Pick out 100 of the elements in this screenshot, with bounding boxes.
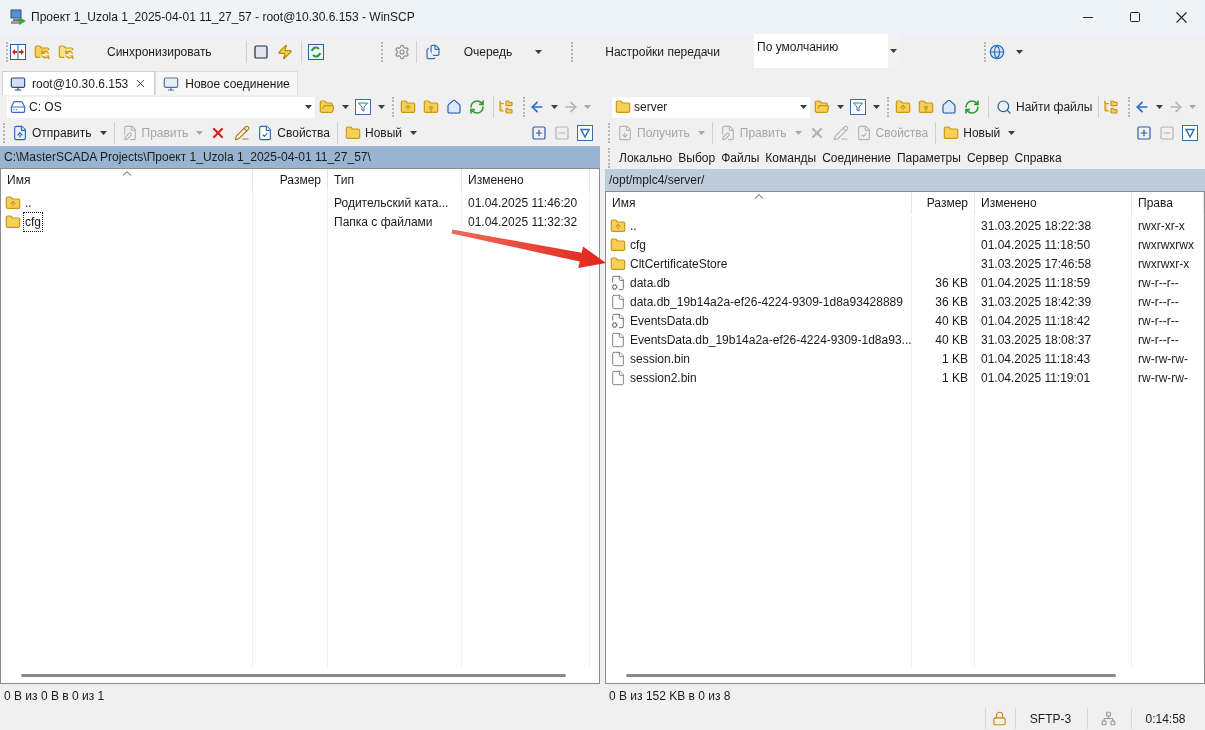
filter-icon[interactable] — [1182, 124, 1198, 141]
refresh-icon[interactable] — [307, 44, 324, 60]
menu-item[interactable]: Выбор — [675, 147, 719, 168]
permissions: rwxrwxrwx — [1138, 236, 1194, 254]
globe-icon[interactable] — [989, 44, 1006, 60]
caret-icon[interactable] — [800, 105, 807, 109]
select-icon[interactable] — [1136, 124, 1152, 141]
root-folder-icon[interactable] — [423, 99, 439, 115]
column-header[interactable]: Тип — [328, 169, 462, 191]
column-header[interactable]: Имя — [606, 192, 912, 214]
folder-tree-icon[interactable] — [1103, 99, 1120, 115]
caret-icon[interactable] — [410, 130, 418, 135]
folder-sync-icon[interactable] — [34, 44, 50, 60]
column-header[interactable]: Права — [1132, 192, 1204, 214]
settings-icon[interactable] — [393, 44, 410, 60]
file-name[interactable]: EventsData.db_19b14a2a-ef26-4224-9309-1d8a93... — [629, 330, 913, 349]
menu-item[interactable]: Локально — [616, 147, 676, 168]
find-files-button[interactable]: Найти файлы — [993, 96, 1096, 118]
file-name[interactable]: data.db — [629, 273, 672, 292]
caret-icon[interactable] — [99, 130, 107, 135]
root-folder-icon[interactable] — [918, 99, 934, 115]
caret-icon[interactable] — [1008, 130, 1016, 135]
select-icon[interactable] — [531, 124, 547, 141]
permissions: rw-r--r-- — [1138, 293, 1179, 311]
home-icon[interactable] — [446, 99, 462, 115]
home-icon[interactable] — [941, 99, 957, 115]
rename-icon[interactable] — [234, 124, 251, 141]
scrollbar[interactable] — [21, 673, 566, 677]
file-name[interactable]: .. — [24, 193, 33, 212]
caret-icon[interactable] — [305, 105, 312, 109]
file-name[interactable]: session.bin — [629, 349, 692, 368]
caret-icon[interactable] — [890, 49, 898, 53]
column-header[interactable]: Размер — [253, 169, 328, 191]
session-tab[interactable]: Новое соединение — [155, 71, 298, 95]
file-name[interactable]: data.db_19b14a2a-ef26-4224-9309-1d8a93428889 — [629, 292, 904, 311]
lightning-icon[interactable] — [276, 44, 293, 60]
folder-sync-icon[interactable] — [58, 44, 74, 60]
files-icon[interactable] — [424, 44, 441, 60]
caret-icon[interactable] — [1156, 105, 1164, 109]
menu-item[interactable]: Файлы — [718, 147, 763, 168]
caret-icon[interactable] — [837, 105, 844, 109]
upload-button[interactable]: Отправить — [9, 121, 110, 144]
caret-icon[interactable] — [378, 105, 385, 109]
caret-icon[interactable] — [342, 105, 349, 109]
menu-item[interactable]: Сервер — [963, 147, 1012, 168]
caret-icon[interactable] — [873, 105, 880, 109]
file-name[interactable]: cfg — [629, 235, 647, 254]
menu-item[interactable]: Команды — [762, 147, 820, 168]
open-folder-icon[interactable] — [814, 99, 830, 115]
modified-date: 31.03.2025 18:22:38 — [981, 217, 1092, 235]
filter-icon[interactable] — [850, 99, 866, 115]
permissions: rw-rw-rw- — [1138, 350, 1188, 368]
transfer-settings-button[interactable]: Настройки передачи — [595, 39, 731, 65]
scrollbar[interactable] — [626, 673, 1116, 677]
caret-icon[interactable] — [535, 50, 543, 54]
session-time: 0:14:58 — [1145, 710, 1186, 728]
permissions: rw-r--r-- — [1138, 274, 1179, 292]
file-name[interactable]: .. — [629, 216, 638, 235]
synchronize-button[interactable]: Синхронизировать — [95, 39, 224, 65]
file-name[interactable]: cfg — [24, 212, 42, 231]
folder-tree-icon[interactable] — [498, 99, 514, 115]
file-name[interactable]: session2.bin — [629, 368, 698, 387]
location-combo[interactable]: C: OS — [7, 96, 315, 118]
menu-item[interactable]: Справка — [1011, 147, 1065, 168]
properties-icon — [855, 124, 872, 141]
session-tab[interactable]: root@10.30.6.153 — [2, 71, 156, 95]
refresh-icon[interactable] — [964, 99, 980, 115]
open-folder-icon[interactable] — [319, 99, 335, 115]
column-header[interactable]: Изменено — [462, 169, 590, 191]
back-icon[interactable] — [529, 99, 545, 115]
caret-icon[interactable] — [1016, 50, 1024, 54]
modified-date: 31.03.2025 18:08:37 — [981, 331, 1092, 349]
permissions: rwxr-xr-x — [1138, 217, 1185, 235]
column-header[interactable]: Размер — [912, 192, 975, 214]
properties-button[interactable]: Свойства — [254, 121, 334, 144]
path-bar: /opt/mplc4/server/ — [605, 169, 1205, 191]
file-name[interactable]: EventsData.db — [629, 311, 710, 330]
parent-folder-icon[interactable] — [895, 99, 911, 115]
menu-item[interactable]: Параметры — [893, 147, 964, 168]
transfer-settings-combo[interactable]: По умолчанию — [754, 34, 900, 68]
file-name[interactable]: CltCertificateStore — [629, 254, 729, 273]
edit-icon — [719, 124, 736, 141]
file-size: 40 KB — [935, 331, 968, 349]
filter-icon[interactable] — [355, 99, 371, 115]
column-header[interactable]: Изменено — [975, 192, 1132, 214]
column-header[interactable]: Имя — [1, 169, 253, 191]
compare-icon[interactable] — [10, 44, 26, 60]
parent-folder-icon[interactable] — [400, 99, 416, 115]
refresh-icon[interactable] — [469, 99, 485, 115]
caret-icon[interactable] — [551, 105, 558, 109]
queue-button[interactable]: Очередь — [452, 39, 524, 65]
new-button[interactable]: Новый — [940, 121, 1019, 144]
monitor-icon — [10, 75, 26, 92]
terminal-icon[interactable] — [252, 44, 269, 60]
permissions: rwxrwxr-x — [1138, 255, 1190, 273]
menu-item[interactable]: Соединение — [819, 147, 894, 168]
new-button[interactable]: Новый — [342, 121, 421, 144]
app-icon — [10, 9, 26, 25]
filter-icon[interactable] — [577, 124, 593, 141]
location-combo[interactable]: server — [612, 96, 810, 118]
